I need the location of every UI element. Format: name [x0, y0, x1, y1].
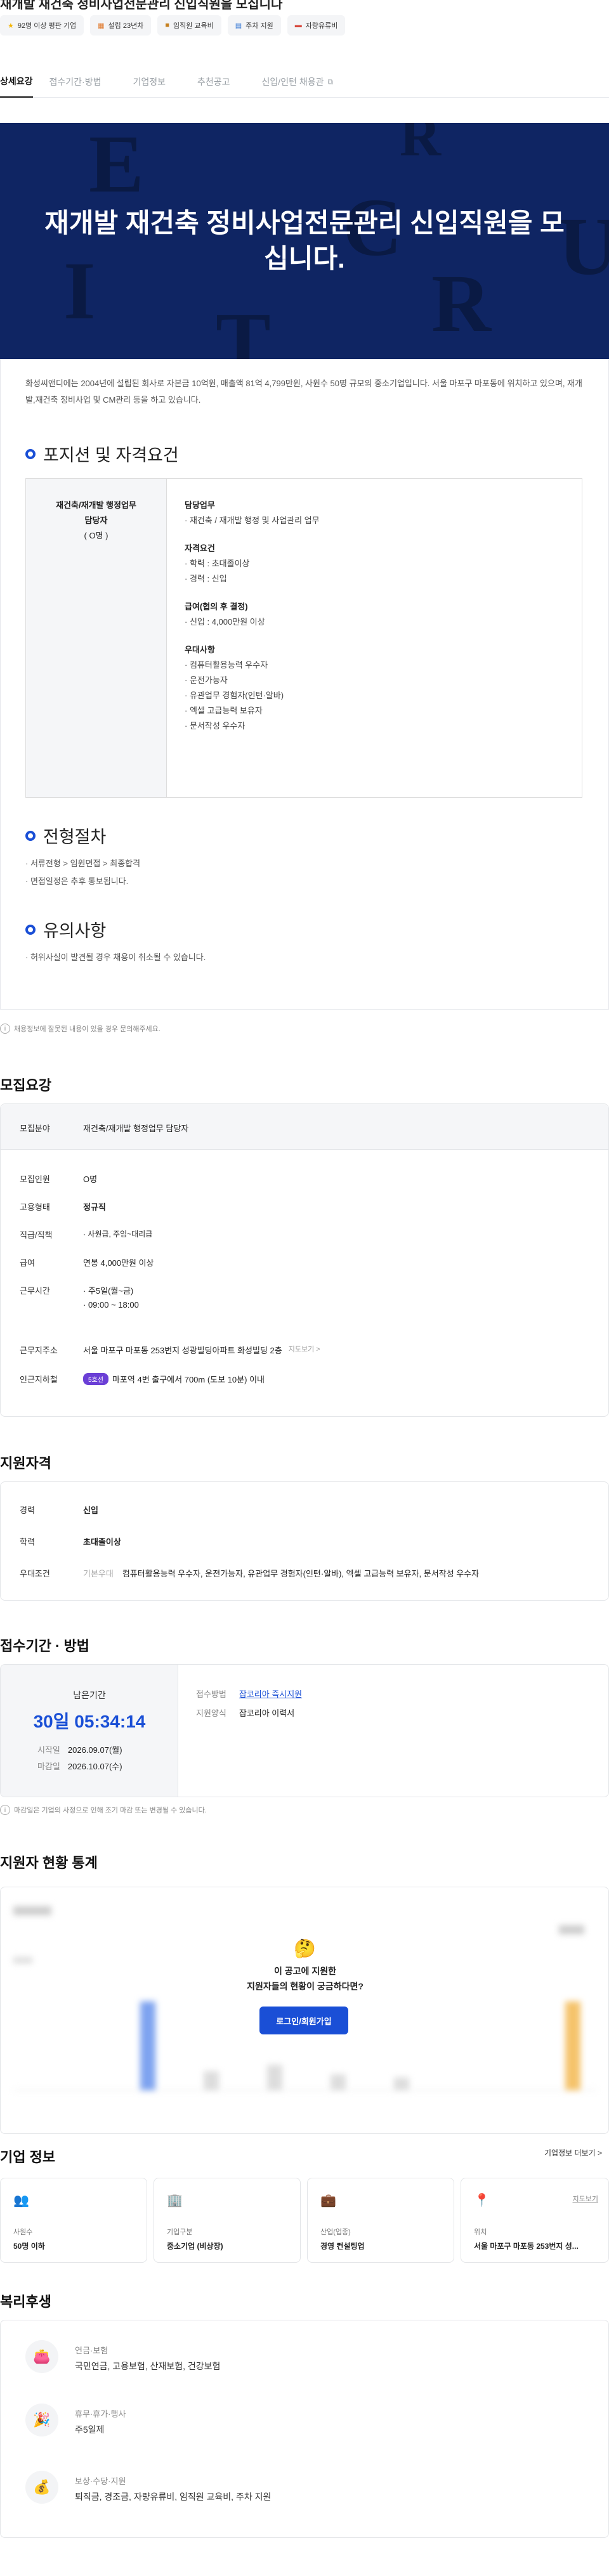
map-link[interactable]: 지도보기 >: [289, 1344, 320, 1356]
tab-intern-hiring[interactable]: 신입/인턴 채용관 ⧉: [262, 66, 349, 98]
lock-emoji-icon: 🤔: [294, 1939, 316, 1958]
subway-badge: 5호선: [83, 1373, 108, 1385]
company-card-industry: 💼 산업(업종) 경영 컨설팅업: [307, 2178, 454, 2263]
blur-label: [13, 1906, 51, 1915]
stats-prompt-line1: 이 공고에 지원한: [274, 1966, 336, 1976]
external-link-icon: ⧉: [327, 77, 334, 86]
tag-founded: ▦ 설립 23년차: [90, 15, 152, 36]
tag-fuel: ▬ 자량유류비: [287, 15, 346, 36]
recruit-row: 모집인원 O명: [20, 1174, 98, 1184]
form-row: 지원양식 잡코리아 이력서: [196, 1708, 295, 1718]
tag-education: ■ 임직원 교육비: [157, 15, 221, 36]
welfare-heading: 복리후생: [0, 2294, 51, 2310]
briefcase-icon: 💼: [320, 2194, 336, 2208]
company-heading: 기업 정보: [0, 2149, 56, 2165]
hero-banner: E R C U I T R 재개발 재건축 정비사업전문관리 신입직원을 모 십니…: [0, 123, 609, 359]
preference-row: 우대조건 기본우대 컴퓨터활용능력 우수자, 운전가능자, 유관업무 경험자(인턴·…: [20, 1569, 480, 1578]
recruit-row: 인근지하철 5호선 마포역 4번 출구에서 700m (도보 10분) 이내: [20, 1373, 265, 1385]
stats-prompt-line2: 지원자들의 현황이 궁금하다면?: [247, 1981, 363, 1991]
welfare-item: 💰 보상·수당·지원 퇴직금, 경조금, 자량유류비, 임직원 교육비, 주차 지원: [25, 2471, 271, 2504]
page-header-line: 재개발 재건축 정비사업전문관리 신입직원을 모십니다: [0, 0, 283, 11]
recruit-panel: 모집분야 재건축/재개발 행정업무 담당자 모집인원 O명 고용형태 정규직 직급/직…: [0, 1103, 609, 1417]
hero-letter: E: [89, 123, 144, 210]
hero-title: 재개발 재건축 정비사업전문관리 신입직원을 모 십니다.: [44, 208, 565, 273]
career-row: 경력 신입: [20, 1506, 98, 1515]
education-row: 학력 초대졸이상: [20, 1537, 121, 1547]
stats-heading: 지원자 현황 통계: [0, 1855, 98, 1871]
company-card-type: 🏢 기업구분 중소기업 (비상장): [154, 2178, 301, 2263]
blur-bar: [565, 2001, 580, 2090]
blur-bar: [394, 2078, 409, 2090]
party-icon: 🎉: [25, 2404, 58, 2436]
start-date: 시작일 2026.09.07(월): [37, 1745, 122, 1755]
calendar-icon: ▦: [98, 22, 105, 30]
info-icon: i: [0, 1805, 10, 1815]
info-icon: i: [0, 1024, 10, 1034]
footnote-deadline: i 마감일은 기업의 사정으로 인해 조기 마감 또는 변경될 수 있습니다.: [0, 1805, 207, 1815]
company-more-link[interactable]: 기업정보 더보기 >: [544, 2147, 602, 2158]
company-card-employees: 👥 사원수 50명 이하: [0, 2178, 147, 2263]
company-card-location: 📍 지도보기 위치 서울 마포구 마포동 253번지 성...: [461, 2178, 609, 2263]
period-heading: 접수기간 · 방법: [0, 1638, 89, 1654]
recruit-heading: 모집요강: [0, 1077, 51, 1093]
stats-panel: 🤔 이 공고에 지원한 지원자들의 현황이 궁금하다면? 로그인/회원가입: [0, 1887, 609, 2134]
hero-letter: T: [216, 296, 271, 359]
tag-parking: ▤ 주차 지원: [227, 15, 281, 36]
recruit-row: 근무시간 · 주5일(월~금) · 09:00 ~ 18:00: [20, 1286, 139, 1310]
tab-application-period[interactable]: 접수기간·방법: [49, 66, 117, 98]
blur-bar: [331, 2074, 346, 2090]
blur-label: [13, 1957, 32, 1963]
login-signup-button[interactable]: 로그인/회원가입: [259, 2007, 348, 2034]
blur-bar: [140, 2001, 155, 2090]
tab-company-info[interactable]: 기업정보: [133, 66, 181, 98]
remaining-label: 남은기간: [73, 1690, 106, 1700]
recruit-row: 급여 연봉 4,000만원 이상: [20, 1258, 154, 1268]
location-icon: 📍: [474, 2194, 490, 2208]
recruit-field-row: 모집분야 재건축/재개발 행정업무 담당자: [20, 1124, 189, 1133]
recruit-row: 고용형태 정규직: [20, 1202, 106, 1212]
welfare-item: 👛 연금·보험 국민연금, 고용보험, 산재보험, 건강보험: [25, 2340, 220, 2373]
chart-icon: ▤: [235, 22, 242, 30]
moneybag-icon: 💰: [25, 2471, 58, 2504]
remaining-time: 30일 05:34:14: [33, 1712, 146, 1731]
recruit-row: 직급/직책 · 사원급, 주임~대리급: [20, 1230, 153, 1240]
detail-tabs: 상세요강 접수기간·방법 기업정보 추천공고 신입/인턴 채용관 ⧉: [0, 66, 609, 98]
tag-reputation: ★ 92명 이상 평판 기업: [0, 15, 84, 36]
blur-bar: [204, 2071, 219, 2090]
blur-bar: [267, 2065, 282, 2090]
detail-box-border: [0, 359, 609, 1010]
footnote-report: i 채용정보에 잘못된 내용이 있을 경우 문의해주세요.: [0, 1024, 160, 1034]
tab-detail[interactable]: 상세요강: [0, 66, 33, 98]
recruit-row: 근무지주소 서울 마포구 마포동 253번지 성광빌딩아파트 화성빌딩 2층 지도보…: [20, 1344, 320, 1356]
quick-apply-link[interactable]: 잡코리아 즉시지원: [239, 1689, 302, 1699]
apply-qual-panel: 경력 신입 학력 초대졸이상 우대조건 기본우대 컴퓨터활용능력 우수자, 운전가능자,…: [0, 1481, 609, 1601]
company-tags: ★ 92명 이상 평판 기업 ▦ 설립 23년차 ■ 임직원 교육비 ▤ 주차 지원 ▬…: [0, 15, 346, 36]
book-icon: ■: [165, 22, 169, 29]
tab-recommended[interactable]: 추천공고: [197, 66, 246, 98]
people-icon: 👥: [13, 2194, 29, 2208]
hero-letter: R: [400, 123, 441, 168]
period-panel: 남은기간 30일 05:34:14 시작일 2026.09.07(월) 마감일 20…: [0, 1664, 609, 1797]
end-date: 마감일 2026.10.07(수): [37, 1762, 122, 1771]
apply-qual-heading: 지원자격: [0, 1455, 51, 1471]
star-icon: ★: [8, 22, 14, 30]
wallet-icon: 👛: [25, 2340, 58, 2373]
location-map-link[interactable]: 지도보기: [573, 2194, 598, 2204]
method-row: 접수방법 잡코리아 즉시지원: [196, 1689, 303, 1699]
building-icon: 🏢: [167, 2194, 183, 2208]
welfare-item: 🎉 휴무·휴가·행사 주5일제: [25, 2404, 126, 2436]
blur-label: [559, 1925, 584, 1934]
car-icon: ▬: [294, 22, 302, 29]
